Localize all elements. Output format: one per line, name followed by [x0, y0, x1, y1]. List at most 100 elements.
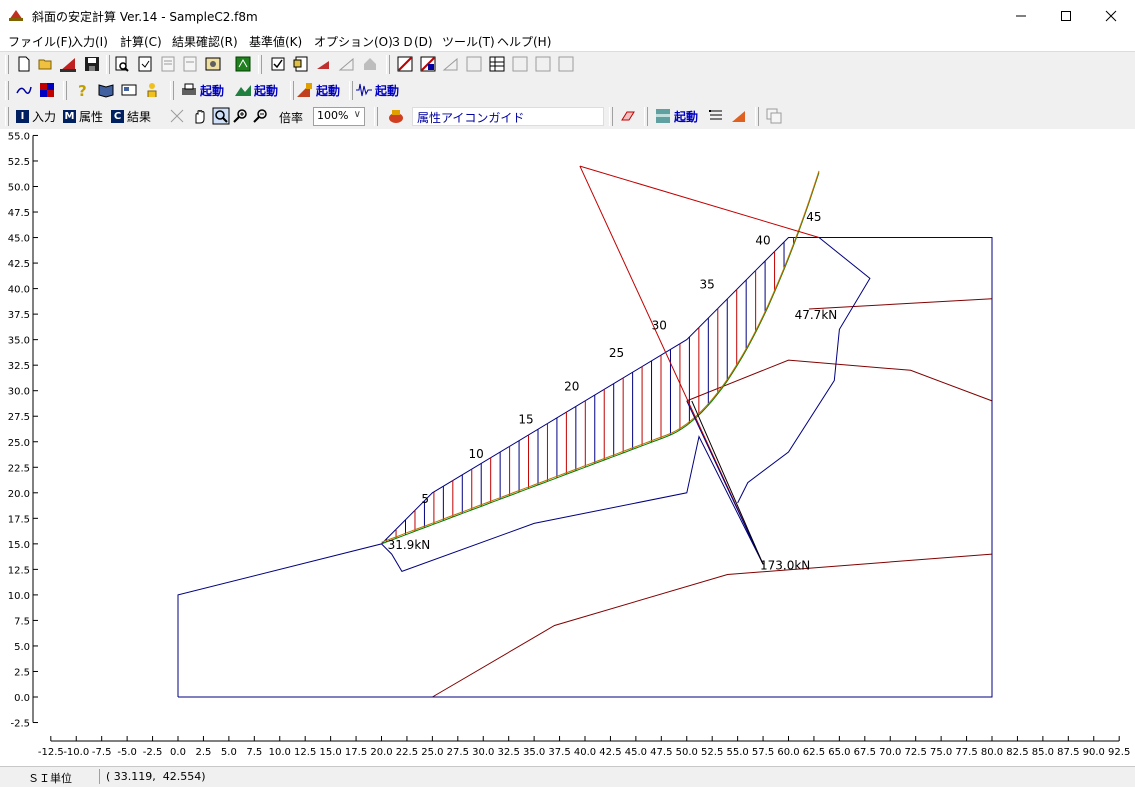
y-tick-label: 37.5	[8, 310, 30, 321]
attribute-icon[interactable]	[387, 107, 405, 125]
status-bar: ＳＩ単位 ( 33.119, 42.554)	[0, 766, 1135, 787]
launch-wave-button[interactable]: 起動	[355, 81, 399, 99]
document-icon[interactable]	[136, 55, 154, 73]
mode-result-button[interactable]: C 結果	[111, 108, 151, 125]
launch-print-button[interactable]: 起動	[180, 81, 224, 99]
menu-3d[interactable]: ３Ｄ(D)	[390, 33, 433, 50]
slope-building-icon	[297, 83, 312, 97]
help-icon[interactable]: ?	[74, 81, 92, 99]
menu-help[interactable]: ヘルプ(H)	[497, 33, 551, 50]
list-settings-icon[interactable]	[707, 107, 725, 125]
table2-icon[interactable]	[511, 55, 529, 73]
card-icon[interactable]	[120, 81, 138, 99]
x-tick-label: 10.0	[269, 747, 291, 758]
zoom-in-icon[interactable]	[232, 107, 250, 125]
table-icon[interactable]	[488, 55, 506, 73]
eraser-icon[interactable]	[619, 107, 637, 125]
open-folder-icon[interactable]	[37, 55, 55, 73]
zoom-value: 100%	[317, 109, 349, 122]
person-icon[interactable]	[144, 81, 162, 99]
toolbar-separator	[63, 81, 67, 100]
mode-result-label: 結果	[127, 110, 152, 124]
x-tick-label: 42.5	[599, 747, 621, 758]
toolbar-separator	[644, 107, 648, 126]
house-icon[interactable]	[361, 55, 379, 73]
x-tick-label: 77.5	[955, 747, 977, 758]
image-export-icon[interactable]	[204, 55, 222, 73]
y-tick-label: 32.5	[8, 361, 30, 372]
slope-plot[interactable]: -2.50.02.55.07.510.012.515.017.520.022.5…	[0, 129, 1135, 766]
select-icon[interactable]	[168, 107, 186, 125]
soil-layer-line	[432, 553, 993, 698]
draw-slope2-icon[interactable]	[419, 55, 437, 73]
layer-icon	[656, 109, 670, 123]
title-bar: 斜面の安定計算 Ver.14 - SampleC2.f8m	[0, 0, 1135, 31]
draw-slope-icon[interactable]	[396, 55, 414, 73]
y-tick-label: 2.5	[14, 667, 30, 678]
slice-number-label: 20	[564, 380, 579, 394]
slope-orange-icon[interactable]	[730, 107, 748, 125]
maximize-button[interactable]	[1043, 0, 1088, 31]
slope-icon[interactable]	[59, 55, 77, 73]
menu-standard[interactable]: 基準値(K)	[249, 33, 302, 50]
zoom-area-icon[interactable]	[212, 107, 230, 125]
toolbar-separator	[386, 55, 390, 74]
slope-grid-icon[interactable]	[442, 55, 460, 73]
slope-edit-icon[interactable]	[315, 55, 333, 73]
menu-results[interactable]: 結果確認(R)	[172, 33, 238, 50]
drawing-canvas[interactable]: -2.5 0.0 2.5 5.0 7.5 10.0 12.5 15.0 17.5 20.0 22.5…	[0, 129, 1135, 766]
table4-icon[interactable]	[557, 55, 575, 73]
x-tick-label: 67.5	[854, 747, 876, 758]
x-tick-label: 2.5	[195, 747, 211, 758]
x-tick-label: 32.5	[498, 747, 520, 758]
menu-file[interactable]: ファイル(F)	[8, 33, 72, 50]
launch-layer-button[interactable]: 起動	[654, 107, 698, 125]
zoom-out-icon[interactable]	[252, 107, 270, 125]
list-icon[interactable]	[292, 55, 310, 73]
launch-terrain-button[interactable]: 起動	[234, 81, 278, 99]
x-tick-label: -5.0	[117, 747, 137, 758]
slope-layer-icon[interactable]	[338, 55, 356, 73]
hand-icon[interactable]	[191, 107, 209, 125]
toolbar-separator	[170, 81, 174, 100]
menu-tools[interactable]: ツール(T)	[442, 33, 495, 50]
slope-grid2-icon[interactable]	[465, 55, 483, 73]
x-tick-label: 90.0	[1083, 747, 1105, 758]
grid-color-icon[interactable]	[38, 81, 56, 99]
guide-text: 属性アイコンガイド	[417, 111, 525, 125]
mode-input-button[interactable]: I 入力	[16, 108, 56, 125]
calc-run-icon[interactable]	[234, 55, 252, 73]
zoom-label: 倍率	[279, 111, 304, 125]
toolbar-grip	[5, 55, 9, 74]
menu-calc[interactable]: 計算(C)	[120, 33, 162, 50]
launch-label: 起動	[254, 83, 279, 98]
y-tick-label: 42.5	[8, 259, 30, 270]
table3-icon[interactable]	[534, 55, 552, 73]
route-icon[interactable]	[15, 81, 33, 99]
close-button[interactable]	[1088, 0, 1133, 31]
print-preview-icon[interactable]	[113, 55, 131, 73]
mode-attr-label: 属性	[79, 110, 104, 124]
check-icon[interactable]	[269, 55, 287, 73]
x-tick-label: 87.5	[1057, 747, 1079, 758]
menu-bar: ファイル(F) 入力(I) 計算(C) 結果確認(R) 基準値(K) オプション…	[0, 31, 1135, 52]
new-file-icon[interactable]	[15, 55, 33, 73]
menu-option[interactable]: オプション(O)	[314, 33, 393, 50]
minimize-button[interactable]	[998, 0, 1043, 31]
menu-input[interactable]: 入力(I)	[71, 33, 108, 50]
mode-attr-button[interactable]: M 属性	[63, 108, 103, 125]
x-tick-label: 30.0	[472, 747, 494, 758]
app-icon	[9, 10, 23, 21]
y-tick-label: 25.0	[8, 438, 30, 449]
report-icon[interactable]	[159, 55, 177, 73]
report2-icon[interactable]	[181, 55, 199, 73]
window-layout-icon[interactable]	[765, 107, 783, 125]
launch-slope-button[interactable]: 起動	[296, 81, 340, 99]
book-icon[interactable]	[97, 81, 115, 99]
y-tick-label: 10.0	[8, 591, 30, 602]
waveform-icon	[356, 83, 372, 97]
save-icon[interactable]	[83, 55, 101, 73]
toolbar-main	[0, 52, 1135, 77]
mode-input-label: 入力	[32, 110, 57, 124]
zoom-select[interactable]: 100% ∨	[313, 107, 365, 126]
